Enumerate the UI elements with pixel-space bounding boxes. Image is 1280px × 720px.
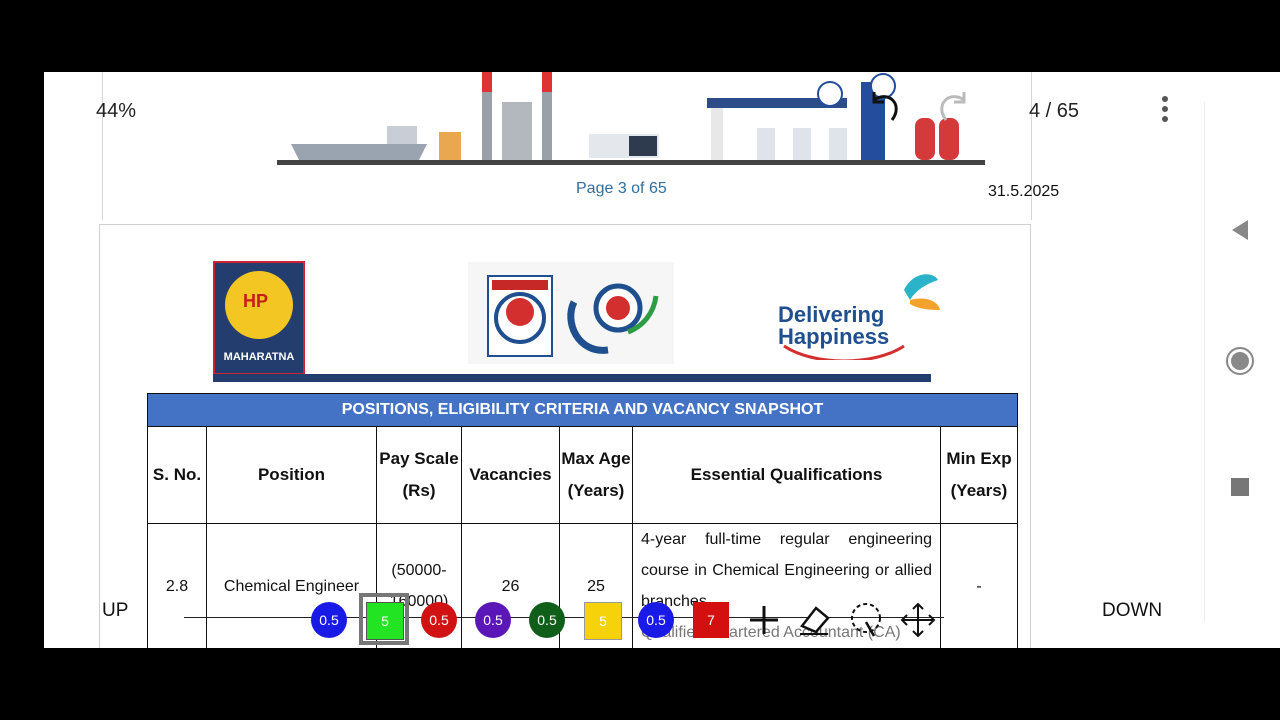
pen-dark-green-thin[interactable]: 0.5 [529, 602, 565, 638]
header-sno: S. No. [147, 426, 207, 524]
previous-page-date: 31.5.2025 [988, 183, 1060, 200]
header-position: Position [206, 426, 377, 524]
scroll-down-button[interactable]: DOWN [1102, 600, 1162, 622]
qualification-text: 4-year full-time regular engineering cou… [641, 531, 932, 610]
lasso-select-icon[interactable] [846, 600, 886, 640]
more-options-icon[interactable] [1160, 96, 1170, 126]
header-max-age: Max Age (Years) [559, 426, 633, 524]
pdf-viewer-screen: Page 3 of 65 31.5.2025 HP MAHARATNA Deli… [44, 72, 1280, 648]
header-pay-scale: Pay Scale (Rs) [376, 426, 462, 524]
side-divider [1204, 102, 1205, 622]
cell-sno: 2.8 [147, 523, 207, 648]
header-divider [213, 374, 931, 382]
undo-icon[interactable] [864, 86, 904, 126]
add-icon[interactable] [744, 600, 784, 640]
nav-home-icon[interactable] [1225, 346, 1255, 376]
header-min-exp: Min Exp (Years) [940, 426, 1018, 524]
cell-qualification: 4-year full-time regular engineering cou… [632, 523, 941, 648]
maharatna-label: MAHARATNA [223, 351, 295, 363]
pen-green-marker[interactable]: 5 [366, 602, 404, 640]
eraser-icon[interactable] [794, 600, 834, 640]
nav-back-icon[interactable] [1228, 218, 1252, 242]
hp-50-years-logo [468, 262, 674, 364]
happiness-text: Happiness [778, 324, 890, 349]
maharatna-hp-text: HP [243, 291, 269, 311]
table-row: 2.8 Chemical Engineer (50000-160000) 26 … [147, 523, 1018, 648]
zoom-level[interactable]: 44% [96, 100, 136, 123]
pen-blue-thin-2[interactable]: 0.5 [638, 602, 674, 638]
nav-recent-apps-icon[interactable] [1231, 478, 1249, 496]
pen-red-thin[interactable]: 0.5 [421, 602, 457, 638]
previous-page-footer-label: Page 3 of 65 [576, 180, 667, 197]
header-vacancies: Vacancies [461, 426, 560, 524]
cell-position: Chemical Engineer [206, 523, 377, 648]
page-indicator[interactable]: 4 / 65 [1029, 100, 1079, 123]
pen-purple-thin[interactable]: 0.5 [475, 602, 511, 638]
redo-icon[interactable] [934, 86, 974, 126]
pen-red-marker[interactable]: 7 [693, 602, 729, 638]
pen-blue-thin[interactable]: 0.5 [311, 602, 347, 638]
positions-table: POSITIONS, ELIGIBILITY CRITERIA AND VACA… [147, 393, 1018, 648]
delivering-happiness-logo: Delivering Happiness [774, 270, 944, 360]
scroll-up-button[interactable]: UP [102, 600, 128, 622]
cell-exp: - [940, 523, 1018, 648]
move-icon[interactable] [898, 600, 938, 640]
pen-yellow-marker[interactable]: 5 [584, 602, 622, 640]
maharatna-logo: HP MAHARATNA [213, 261, 305, 375]
table-title: POSITIONS, ELIGIBILITY CRITERIA AND VACA… [147, 393, 1018, 427]
header-qualifications: Essential Qualifications [632, 426, 941, 524]
